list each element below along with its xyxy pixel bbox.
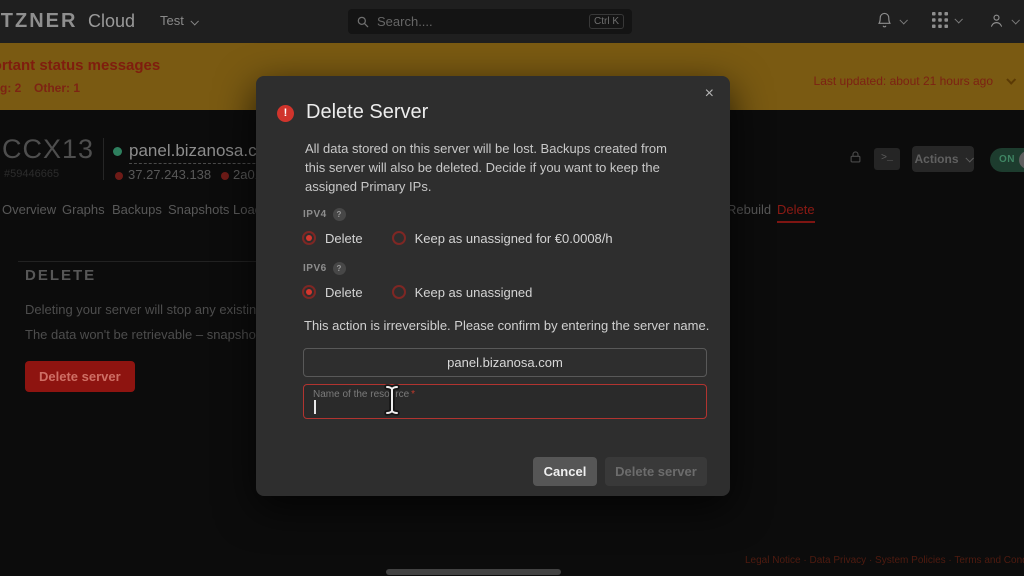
ipv4-section-label: IPV4 ? — [303, 208, 346, 221]
server-ipv4-address: 37.27.243.138 — [128, 167, 211, 182]
person-icon — [988, 12, 1005, 29]
brand-product-label: Cloud — [88, 11, 135, 32]
status-ongoing-count: Ongoing: 2 — [0, 81, 21, 95]
bell-icon — [876, 12, 893, 29]
server-id: #59446665 — [4, 168, 59, 180]
modal-body-text: All data stored on this server will be l… — [305, 139, 683, 196]
brand-logo[interactable]: HETZNER — [0, 10, 77, 33]
banner-expand-chevron-icon[interactable] — [1006, 75, 1016, 85]
server-name-display-box: panel.bizanosa.com — [303, 348, 707, 377]
status-other-count: Other: 1 — [34, 81, 80, 95]
server-type: CCX13 — [2, 134, 94, 165]
account-menu-button[interactable] — [988, 12, 1018, 29]
delete-server-button[interactable]: Delete server — [25, 361, 135, 392]
search-icon — [356, 15, 370, 29]
tab-backups[interactable]: Backups — [112, 202, 162, 217]
ipv6-dot — [221, 172, 229, 180]
help-icon[interactable]: ? — [333, 208, 346, 221]
toggle-knob — [1019, 151, 1024, 169]
ipv4-options-row: Delete Keep as unassigned for €0.0008/h — [302, 230, 613, 246]
ipv6-keep-radio[interactable] — [392, 285, 406, 299]
apps-menu-button[interactable] — [932, 12, 961, 28]
text-caret — [314, 400, 316, 414]
search-shortcut-badge: Ctrl K — [589, 14, 624, 29]
search-bar[interactable]: Ctrl K — [348, 9, 632, 34]
chevron-down-icon — [899, 16, 907, 24]
text-cursor-icon — [383, 383, 401, 417]
project-name: Test — [160, 13, 184, 28]
required-marker: * — [411, 389, 415, 400]
power-state-label: ON — [999, 154, 1015, 165]
footer-legal-links[interactable]: Legal Notice · Data Privacy · System Pol… — [745, 555, 1024, 566]
search-input[interactable] — [377, 14, 589, 29]
protection-lock-icon — [848, 150, 863, 165]
delete-section-text-line2: The data won't be retrievable – snapshot… — [25, 327, 266, 342]
chevron-down-icon — [190, 17, 198, 25]
tab-delete-active[interactable]: Delete — [777, 202, 815, 223]
help-icon[interactable]: ? — [333, 262, 346, 275]
tab-snapshots[interactable]: Snapshots — [168, 202, 229, 217]
notifications-button[interactable] — [876, 12, 906, 29]
ipv4-delete-label[interactable]: Delete — [325, 231, 363, 246]
actions-label: Actions — [914, 152, 958, 166]
cancel-button[interactable]: Cancel — [533, 457, 597, 486]
modal-delete-server-button[interactable]: Delete server — [605, 457, 707, 486]
alert-icon: ! — [277, 105, 294, 122]
server-running-dot — [113, 147, 122, 156]
tab-rebuild[interactable]: Rebuild — [727, 202, 771, 217]
ipv6-section-label: IPV6 ? — [303, 262, 346, 275]
ipv4-keep-radio[interactable] — [392, 231, 406, 245]
resource-name-input[interactable] — [312, 400, 692, 416]
status-last-updated: Last updated: about 21 hours ago — [814, 74, 993, 88]
ipv4-keep-label[interactable]: Keep as unassigned for €0.0008/h — [415, 231, 613, 246]
delete-section-heading: DELETE — [25, 267, 96, 284]
delete-server-modal: × ! Delete Server All data stored on thi… — [256, 76, 730, 496]
ipv6-delete-label[interactable]: Delete — [325, 285, 363, 300]
status-banner-title: Important status messages — [0, 57, 160, 74]
modal-title: Delete Server — [306, 101, 428, 124]
project-selector[interactable]: Test — [160, 13, 197, 28]
screen: HETZNER Cloud Test Ctrl K Important stat… — [0, 0, 1024, 576]
top-navigation-bar: HETZNER Cloud Test Ctrl K — [0, 0, 1024, 43]
ipv4-label-text: IPV4 — [303, 209, 327, 220]
ipv6-label-text: IPV6 — [303, 263, 327, 274]
actions-dropdown-button[interactable]: Actions — [912, 146, 974, 172]
apps-grid-icon — [932, 12, 948, 28]
resource-name-field[interactable]: Name of the resource* — [303, 384, 707, 419]
ipv4-delete-radio-selected[interactable] — [302, 231, 316, 245]
ipv4-dot — [115, 172, 123, 180]
close-icon[interactable]: × — [705, 86, 714, 102]
console-button[interactable]: >_ — [874, 148, 900, 170]
delete-section-text-line1: Deleting your server will stop any exist… — [25, 302, 263, 317]
chevron-down-icon — [965, 154, 973, 162]
ipv6-options-row: Delete Keep as unassigned — [302, 284, 532, 300]
bottom-scrub-bar — [386, 569, 561, 575]
chevron-down-icon — [1011, 16, 1019, 24]
ipv6-keep-label[interactable]: Keep as unassigned — [415, 285, 533, 300]
ipv6-delete-radio-selected[interactable] — [302, 285, 316, 299]
chevron-down-icon — [954, 15, 962, 23]
power-toggle[interactable]: ON — [990, 148, 1024, 172]
tab-graphs[interactable]: Graphs — [62, 202, 105, 217]
confirm-instruction-text: This action is irreversible. Please conf… — [304, 318, 709, 333]
tab-overview[interactable]: Overview — [2, 202, 56, 217]
header-divider — [103, 138, 104, 180]
